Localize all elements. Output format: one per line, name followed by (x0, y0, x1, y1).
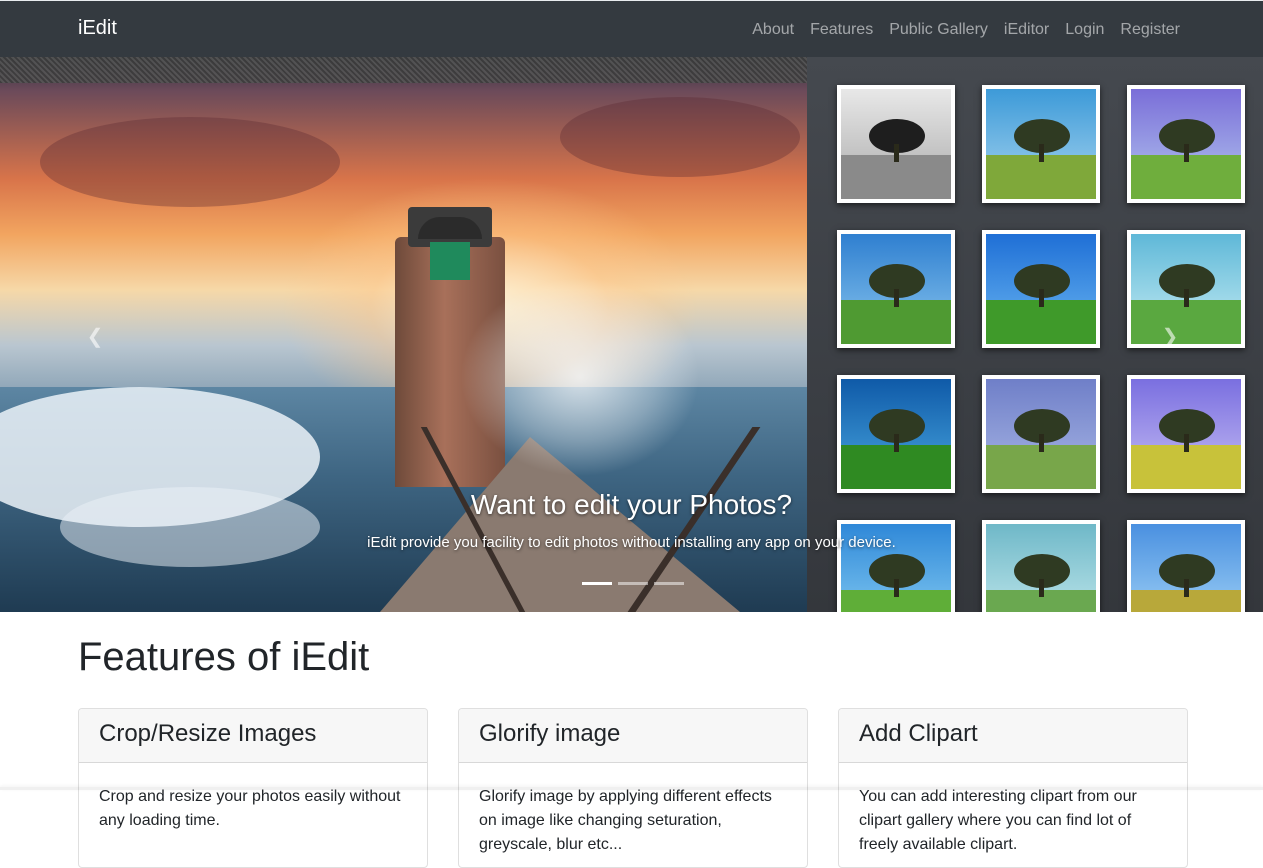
carousel-next-button[interactable]: ❯ (1160, 327, 1180, 347)
lighthouse-image (0, 57, 807, 612)
carousel-prev-button[interactable]: ❮ (85, 327, 105, 347)
nav-links: About Features Public Gallery iEditor Lo… (744, 1, 1188, 58)
nav-link-register[interactable]: Register (1112, 18, 1188, 42)
feature-card-text: Crop and resize your photos easily witho… (99, 788, 401, 829)
thumbnail (1127, 375, 1245, 493)
thumbnail (982, 230, 1100, 348)
hero-carousel: ❮ ❯ Want to edit your Photos? iEdit prov… (0, 57, 1263, 612)
feature-card-text: Glorify image by applying different effe… (479, 788, 772, 853)
nav-link-ieditor[interactable]: iEditor (996, 18, 1057, 42)
thumbnail (1127, 230, 1245, 348)
tree-thumbnails-image (807, 57, 1263, 612)
lighthouse-lamp (430, 242, 470, 280)
cloud (560, 97, 800, 177)
carousel-indicator-2[interactable] (618, 582, 648, 585)
lighthouse-cap (418, 217, 482, 239)
mesh-overlay (0, 57, 807, 83)
carousel-indicator-1[interactable] (582, 582, 612, 585)
carousel-indicators (582, 582, 684, 585)
wave-spray (460, 277, 700, 477)
nav-link-public-gallery[interactable]: Public Gallery (881, 18, 996, 42)
feature-card-title: Add Clipart (839, 709, 1187, 763)
thumbnail (982, 85, 1100, 203)
fold-divider (0, 787, 1263, 790)
nav-link-about[interactable]: About (744, 18, 802, 42)
thumbnail (837, 85, 955, 203)
nav-link-login[interactable]: Login (1057, 18, 1112, 42)
nav-link-features[interactable]: Features (802, 18, 881, 42)
cloud (40, 117, 340, 207)
carousel-caption-title: Want to edit your Photos? (470, 489, 793, 520)
feature-card-title: Glorify image (459, 709, 807, 763)
brand-logo[interactable]: iEdit (78, 16, 117, 40)
carousel-caption-text: iEdit provide you facility to edit photo… (367, 534, 896, 551)
feature-card-text: You can add interesting clipart from our… (859, 788, 1137, 853)
feature-card-title: Crop/Resize Images (79, 709, 427, 763)
thumbnail (1127, 85, 1245, 203)
thumbnail (982, 375, 1100, 493)
carousel-indicator-3[interactable] (654, 582, 684, 585)
features-heading: Features of iEdit (78, 635, 370, 679)
thumbnail (837, 375, 955, 493)
thumbnail (837, 230, 955, 348)
navbar: iEdit About Features Public Gallery iEdi… (0, 0, 1263, 57)
